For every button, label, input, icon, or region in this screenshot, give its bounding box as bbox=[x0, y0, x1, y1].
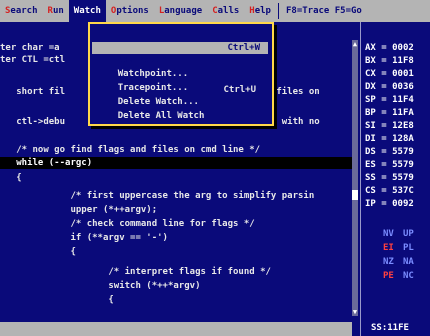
menu-run-label: un bbox=[52, 6, 64, 16]
register-ss: SS = 5579 bbox=[365, 173, 414, 183]
code-line: ter char =a bbox=[0, 43, 60, 53]
register-dx: DX = 0036 bbox=[365, 82, 414, 92]
scroll-down-icon[interactable]: ▼ bbox=[352, 308, 358, 316]
registers-panel: AX = 0002 BX = 11F8 CX = 0001 DX = 0036 … bbox=[360, 22, 430, 336]
flag-pe: PE bbox=[383, 271, 394, 281]
flag-ei: EI bbox=[383, 243, 394, 253]
watch-dropdown-menu: Add Watch... Ctrl+W Watchpoint... Tracepo… bbox=[88, 22, 274, 126]
register-ds: DS = 5579 bbox=[365, 147, 414, 157]
menu-language[interactable]: Language bbox=[154, 0, 207, 22]
menu-search[interactable]: Search bbox=[0, 0, 43, 22]
scroll-up-icon[interactable]: ▲ bbox=[352, 40, 358, 48]
flag-up: UP bbox=[403, 229, 414, 239]
register-si: SI = 12E8 bbox=[365, 121, 414, 131]
register-ax: AX = 0002 bbox=[365, 43, 414, 53]
code-line: /* first uppercase the arg to simplify p… bbox=[0, 191, 315, 201]
code-line: { bbox=[0, 247, 76, 257]
menu-item-delete-watch[interactable]: Delete Watch... Ctrl+U bbox=[96, 84, 264, 107]
code-line: /* check command line for flags */ bbox=[0, 219, 255, 229]
current-code-line: while (--argc) bbox=[0, 157, 352, 169]
code-line: upper (*++argv); bbox=[0, 205, 158, 215]
status-hint: F8=Trace F5=Go bbox=[285, 6, 362, 16]
code-line: ter CTL =ctl bbox=[0, 55, 66, 65]
menu-item-label: Delete All Watch bbox=[117, 111, 205, 121]
code-line: switch (*++*argv) bbox=[0, 281, 201, 291]
code-line: { bbox=[0, 173, 22, 183]
vertical-scrollbar[interactable]: ▲ ▼ bbox=[352, 40, 358, 316]
register-bp: BP = 11FA bbox=[365, 108, 414, 118]
register-cx: CX = 0001 bbox=[365, 69, 414, 79]
menu-search-label: earch bbox=[10, 6, 38, 16]
flag-nv: NV bbox=[383, 229, 394, 239]
stack-pointer-readout: SS:11FE bbox=[371, 323, 409, 333]
flag-nz: NZ bbox=[383, 257, 394, 267]
code-line: /* now go find flags and files on cmd li… bbox=[0, 145, 261, 155]
menu-bar: Search Run Watch Options Language Calls … bbox=[0, 0, 430, 22]
register-es: ES = 5579 bbox=[365, 160, 414, 170]
flag-na: NA bbox=[403, 257, 414, 267]
menu-item-shortcut: Ctrl+W bbox=[227, 43, 260, 53]
scrollbar-thumb[interactable] bbox=[352, 190, 358, 200]
menu-item-watchpoint[interactable]: Watchpoint... bbox=[96, 56, 264, 79]
register-di: DI = 128A bbox=[365, 134, 414, 144]
menu-separator bbox=[277, 3, 279, 19]
flag-pl: PL bbox=[403, 243, 414, 253]
menu-watch-label: atch bbox=[79, 6, 101, 16]
flag-nc: NC bbox=[403, 271, 414, 281]
menu-item-delete-all-watch[interactable]: Delete All Watch bbox=[96, 98, 264, 121]
menu-options-label: ptions bbox=[116, 6, 149, 16]
register-ip: IP = 0092 bbox=[365, 199, 414, 209]
menu-run[interactable]: Run bbox=[43, 0, 69, 22]
code-line: if (**argv == '-') bbox=[0, 233, 168, 243]
menu-calls-label: alls bbox=[217, 6, 240, 16]
menu-item-shortcut: Ctrl+U bbox=[223, 85, 256, 95]
menu-item-tracepoint[interactable]: Tracepoint... bbox=[96, 70, 264, 93]
code-line: { bbox=[0, 295, 114, 305]
menu-calls[interactable]: Calls bbox=[207, 0, 244, 22]
menu-language-label: anguage bbox=[164, 6, 203, 16]
menu-watch[interactable]: Watch bbox=[68, 0, 106, 22]
code-line: /* interpret flags if found */ bbox=[0, 267, 271, 277]
menu-item-add-watch[interactable]: Add Watch... Ctrl+W bbox=[92, 42, 268, 65]
register-cs: CS = 537C bbox=[365, 186, 414, 196]
register-sp: SP = 11F4 bbox=[365, 95, 414, 105]
menu-help[interactable]: Help bbox=[244, 0, 276, 22]
menu-help-label: elp bbox=[254, 6, 271, 16]
register-bx: BX = 11F8 bbox=[365, 56, 414, 66]
bottom-status-bar bbox=[0, 322, 352, 336]
menu-options[interactable]: Options bbox=[106, 0, 154, 22]
